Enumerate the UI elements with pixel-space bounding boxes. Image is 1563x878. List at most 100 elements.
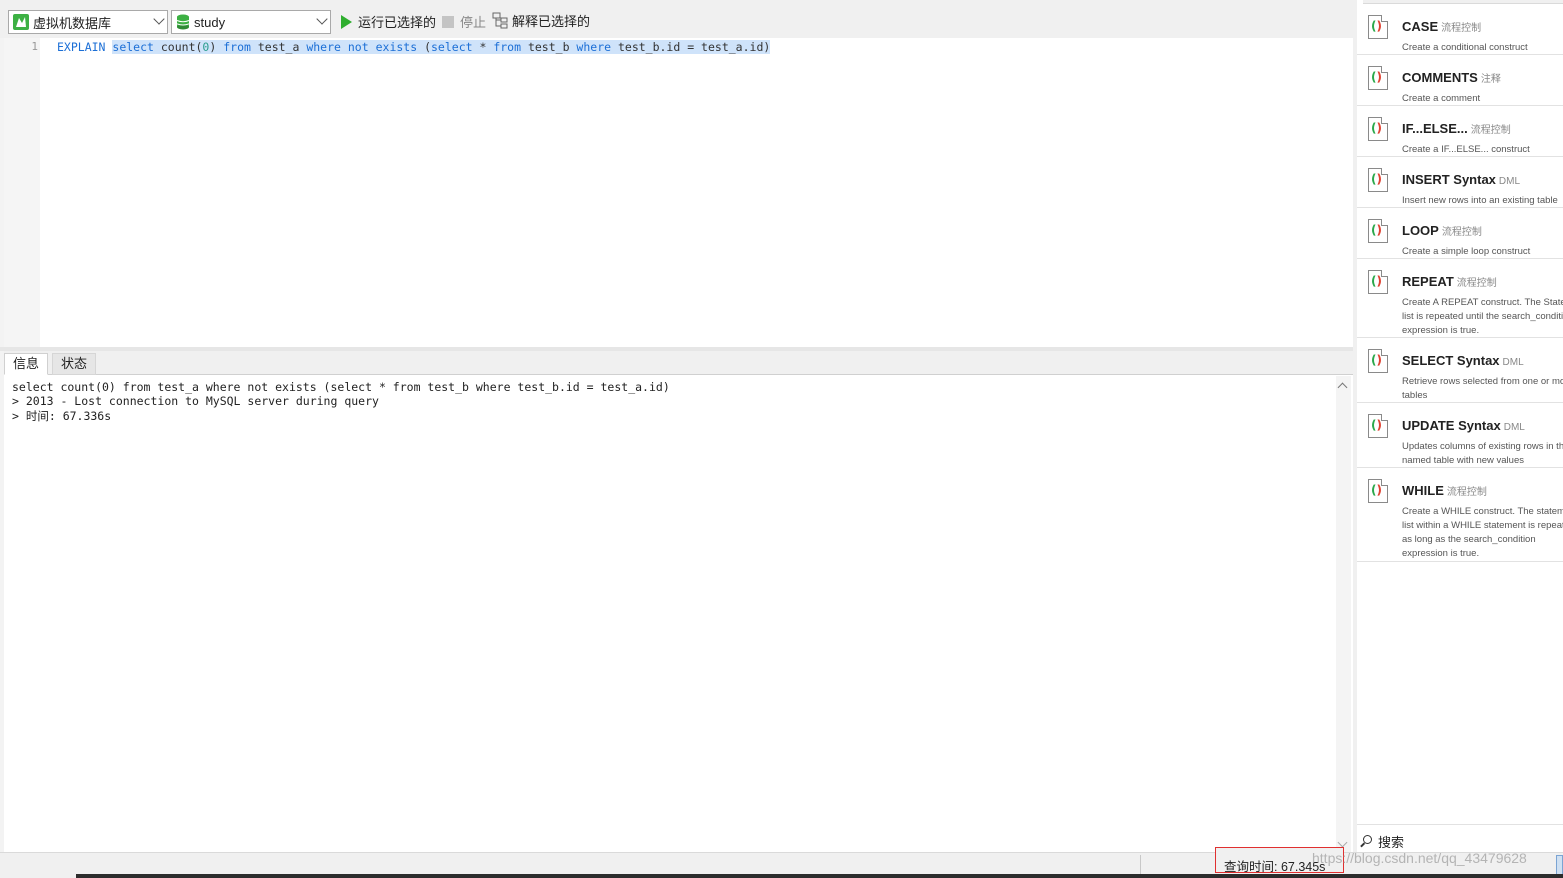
snippet-item[interactable]: () IF...ELSE... 流程控制 Create a IF...ELSE... … <box>1357 106 1563 157</box>
stop-icon <box>442 15 454 28</box>
snippet-description: Create a IF...ELSE... construct <box>1402 144 1530 155</box>
snippet-name: CASE <box>1402 19 1439 34</box>
snippet-category: 注释 <box>1480 74 1501 85</box>
scroll-down-icon[interactable] <box>1337 837 1348 848</box>
snippet-name: IF...ELSE... <box>1402 121 1468 136</box>
sql-token: select <box>112 40 154 54</box>
snippet-item[interactable]: () CASE 流程控制 Create a conditional construct <box>1357 4 1563 55</box>
snippet-item[interactable]: () WHILE 流程控制 Create a WHILE construct. The… <box>1357 468 1563 562</box>
snippet-file-icon: () <box>1368 15 1388 39</box>
result-tabs: 信息 状态 <box>4 351 1353 375</box>
code-line[interactable]: EXPLAIN select count(0) from test_a wher… <box>57 39 771 55</box>
stop-label: 停止 <box>460 15 487 30</box>
sql-token: ) <box>209 40 224 54</box>
sql-token: from <box>493 40 522 54</box>
snippet-file-icon: () <box>1368 219 1388 243</box>
snippet-title: INSERT Syntax DML <box>1402 172 1520 187</box>
snippet-name: LOOP <box>1402 223 1439 238</box>
message-output: select count(0) from test_a where not ex… <box>4 376 1336 852</box>
sql-token: count( <box>153 40 203 54</box>
snippet-item[interactable]: () UPDATE Syntax DML Updates columns of exi… <box>1357 403 1563 468</box>
snippet-file-icon: () <box>1368 66 1388 90</box>
snippet-category: 流程控制 <box>1446 487 1487 498</box>
snippet-description: Create A REPEAT construct. The Statement… <box>1402 297 1563 336</box>
watermark: https://blog.csdn.net/qq_43479628 <box>1312 850 1527 866</box>
sql-token: where <box>306 40 341 54</box>
snippet-item[interactable]: () LOOP 流程控制 Create a simple loop construct <box>1357 208 1563 259</box>
sql-token: test_b.id = test_a.id) <box>611 40 771 54</box>
sql-token: select <box>431 40 473 54</box>
sql-token: ( <box>417 40 431 54</box>
status-divider <box>1140 855 1141 875</box>
snippet-description: Updates columns of existing rows in the … <box>1402 441 1563 466</box>
tab-info[interactable]: 信息 <box>4 353 49 375</box>
line-number: 1 <box>31 40 38 53</box>
sql-token <box>368 40 376 54</box>
snippet-description: Insert new rows into an existing table <box>1402 195 1558 206</box>
snippet-title: CASE 流程控制 <box>1402 19 1481 34</box>
snippet-title: IF...ELSE... 流程控制 <box>1402 121 1511 136</box>
navicat-query-window: 虚拟机数据库 study 运行已选择的 停止 解释已选择的 1 EXPLAIN … <box>0 0 1563 878</box>
taskbar-edge <box>76 874 1563 878</box>
run-selected-label: 运行已选择的 <box>358 15 437 30</box>
sql-token: exists <box>375 40 418 54</box>
snippet-title: UPDATE Syntax DML <box>1402 418 1525 433</box>
snippet-category: DML <box>1503 422 1525 433</box>
snippet-name: INSERT Syntax <box>1402 172 1496 187</box>
snippet-description: Retrieve rows selected from one or more … <box>1402 376 1563 401</box>
snippet-name: UPDATE Syntax <box>1402 418 1501 433</box>
snippet-title: WHILE 流程控制 <box>1402 483 1487 498</box>
snippet-category: DML <box>1498 176 1521 187</box>
snippet-title: SELECT Syntax DML <box>1402 353 1524 368</box>
play-icon <box>341 14 352 29</box>
chevron-down-icon <box>153 13 165 25</box>
snippet-item[interactable]: () INSERT Syntax DML Insert new rows into a… <box>1357 157 1563 208</box>
snippet-item[interactable]: () COMMENTS 注释 Create a comment <box>1357 55 1563 106</box>
snippet-item[interactable]: () REPEAT 流程控制 Create A REPEAT construct. T… <box>1357 259 1563 338</box>
explain-selected-label: 解释已选择的 <box>512 14 591 29</box>
connection-name: 虚拟机数据库 <box>33 15 112 31</box>
connection-icon <box>13 14 29 30</box>
output-scrollbar[interactable] <box>1336 376 1351 852</box>
connection-select[interactable]: 虚拟机数据库 <box>8 10 168 34</box>
snippet-name: REPEAT <box>1402 274 1454 289</box>
snippet-description: Create a simple loop construct <box>1402 246 1531 257</box>
snippet-title: LOOP 流程控制 <box>1402 223 1482 238</box>
snippet-title: COMMENTS 注释 <box>1402 70 1501 85</box>
tab-status[interactable]: 状态 <box>52 353 97 375</box>
snippet-description: Create a comment <box>1402 93 1481 104</box>
snippet-search[interactable]: 搜索 <box>1357 824 1563 852</box>
output-time-line: > 时间: 67.336s <box>12 409 112 423</box>
snippet-category: 流程控制 <box>1441 227 1482 238</box>
chevron-down-icon <box>316 13 328 25</box>
sql-token: test_b <box>521 40 577 54</box>
snippet-file-icon: () <box>1368 479 1388 503</box>
snippet-name: COMMENTS <box>1402 70 1478 85</box>
explain-selected-button[interactable]: 解释已选择的 <box>492 11 590 30</box>
snippet-description: Create a conditional construct <box>1402 42 1528 53</box>
snippet-file-icon: () <box>1368 270 1388 294</box>
stop-button[interactable]: 停止 <box>442 12 486 31</box>
database-icon <box>176 14 190 30</box>
sql-token: test_a <box>250 40 307 54</box>
snippet-file-icon: () <box>1368 168 1388 192</box>
database-select[interactable]: study <box>171 10 331 34</box>
output-error-line: > 2013 - Lost connection to MySQL server… <box>12 394 379 408</box>
snippet-category: 流程控制 <box>1441 23 1482 34</box>
snippet-title: REPEAT 流程控制 <box>1402 274 1497 289</box>
sql-token: where <box>576 40 612 54</box>
snippet-file-icon: () <box>1368 349 1388 373</box>
sql-token: * <box>472 40 494 54</box>
snippets-panel: () CASE 流程控制 Create a conditional construct… <box>1357 0 1563 852</box>
snippet-file-icon: () <box>1368 117 1388 141</box>
status-corner-button[interactable] <box>1556 855 1563 875</box>
sql-editor[interactable]: 1 EXPLAIN select count(0) from test_a wh… <box>4 38 1353 347</box>
output-query-line: select count(0) from test_a where not ex… <box>12 380 670 394</box>
sql-token <box>340 40 348 54</box>
scroll-up-icon[interactable] <box>1337 382 1348 393</box>
line-gutter: 1 <box>4 38 40 347</box>
query-toolbar: 虚拟机数据库 study 运行已选择的 停止 解释已选择的 <box>0 0 1353 38</box>
snippet-description: Create a WHILE construct. The statement … <box>1402 506 1563 559</box>
run-selected-button[interactable]: 运行已选择的 <box>341 12 436 31</box>
snippet-item[interactable]: () SELECT Syntax DML Retrieve rows selected… <box>1357 338 1563 403</box>
